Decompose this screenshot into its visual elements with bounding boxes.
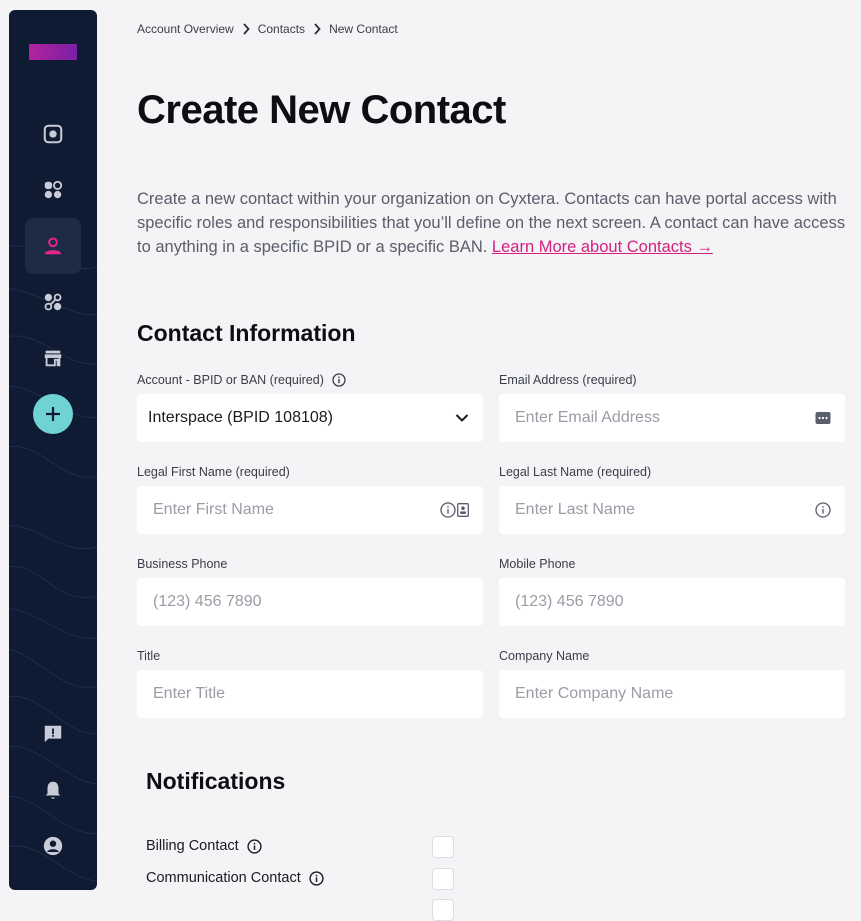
sidebar-item-feedback[interactable] xyxy=(25,706,81,762)
breadcrumb-new-contact: New Contact xyxy=(329,22,398,36)
first-name-label: Legal First Name (required) xyxy=(137,465,290,479)
chevron-right-icon xyxy=(313,23,321,35)
first-name-field: Legal First Name (required) Enter First … xyxy=(137,464,483,534)
add-button[interactable] xyxy=(33,394,73,434)
info-icon[interactable] xyxy=(309,870,324,886)
billing-contact-row: Billing Contact xyxy=(146,838,262,854)
mobile-phone-field: Mobile Phone (123) 456 7890 xyxy=(499,556,845,626)
mobile-phone-label: Mobile Phone xyxy=(499,557,576,571)
communication-contact-checkbox[interactable] xyxy=(432,868,454,890)
company-name-input[interactable]: Enter Company Name xyxy=(499,670,845,718)
title-label: Title xyxy=(137,649,161,663)
bell-icon xyxy=(45,781,61,799)
contact-information-heading: Contact Information xyxy=(137,320,356,346)
sidebar-item-interconnect[interactable] xyxy=(25,274,81,330)
info-icon[interactable] xyxy=(332,373,346,387)
breadcrumb-account-overview[interactable]: Account Overview xyxy=(137,22,234,36)
breadcrumb: Account Overview Contacts New Contact xyxy=(137,22,398,36)
sidebar-item-account[interactable] xyxy=(25,818,81,874)
last-name-placeholder: Enter Last Name xyxy=(515,501,636,518)
contact-card-icon[interactable] xyxy=(457,503,469,517)
business-phone-field: Business Phone (123) 456 7890 xyxy=(137,556,483,626)
last-name-field: Legal Last Name (required) Enter Last Na… xyxy=(499,464,845,534)
cyxtera-logo[interactable] xyxy=(29,44,77,60)
intro-text: Create a new contact within your organiz… xyxy=(137,187,849,259)
business-phone-placeholder: (123) 456 7890 xyxy=(153,593,262,610)
account-select-value: Interspace (BPID 108108) xyxy=(148,409,333,426)
services-icon xyxy=(44,180,63,199)
company-name-label: Company Name xyxy=(499,649,590,663)
sidebar-item-dashboard[interactable] xyxy=(25,106,81,162)
feedback-icon xyxy=(44,725,62,743)
plus-icon xyxy=(46,407,60,421)
communication-contact-label: Communication Contact xyxy=(146,870,301,886)
account-field: Account - BPID or BAN (required) Intersp… xyxy=(137,372,483,442)
email-placeholder: Enter Email Address xyxy=(515,409,660,426)
sidebar xyxy=(9,10,97,890)
dashboard-icon xyxy=(43,124,63,144)
notifications-heading: Notifications xyxy=(146,768,286,794)
business-phone-label: Business Phone xyxy=(137,557,228,571)
company-name-field: Company Name Enter Company Name xyxy=(499,648,845,718)
interconnect-icon xyxy=(44,293,62,311)
account-icon xyxy=(43,836,63,856)
contacts-icon xyxy=(44,237,62,255)
email-input[interactable]: Enter Email Address xyxy=(499,394,845,442)
billing-contact-checkbox[interactable] xyxy=(432,836,454,858)
first-name-input[interactable]: Enter First Name xyxy=(137,486,483,534)
billing-contact-label: Billing Contact xyxy=(146,838,239,854)
account-label: Account - BPID or BAN (required) xyxy=(137,372,483,388)
chevron-right-icon xyxy=(242,23,250,35)
next-notification-checkbox[interactable] xyxy=(432,899,454,921)
page-title: Create New Contact xyxy=(137,88,506,132)
info-icon[interactable] xyxy=(247,838,262,854)
title-placeholder: Enter Title xyxy=(153,685,226,702)
chevron-down-icon xyxy=(455,414,469,423)
breadcrumb-contacts[interactable]: Contacts xyxy=(258,22,305,36)
info-icon[interactable] xyxy=(440,502,456,518)
marketplace-icon xyxy=(44,350,62,367)
account-label-text: Account - BPID or BAN (required) xyxy=(137,373,324,387)
company-name-placeholder: Enter Company Name xyxy=(515,685,674,702)
title-input[interactable]: Enter Title xyxy=(137,670,483,718)
info-icon[interactable] xyxy=(815,502,831,518)
email-label: Email Address (required) xyxy=(499,373,637,387)
mobile-phone-input[interactable]: (123) 456 7890 xyxy=(499,578,845,626)
communication-contact-row: Communication Contact xyxy=(146,870,324,886)
title-field: Title Enter Title xyxy=(137,648,483,718)
account-select[interactable]: Interspace (BPID 108108) xyxy=(137,394,483,442)
first-name-trailing-icons xyxy=(440,502,469,518)
email-field: Email Address (required) Enter Email Add… xyxy=(499,372,845,442)
business-phone-input[interactable]: (123) 456 7890 xyxy=(137,578,483,626)
learn-more-link[interactable]: Learn More about Contacts → xyxy=(492,238,713,256)
last-name-input[interactable]: Enter Last Name xyxy=(499,486,845,534)
last-name-label: Legal Last Name (required) xyxy=(499,465,652,479)
sidebar-item-marketplace[interactable] xyxy=(25,330,81,386)
sidebar-item-contacts[interactable] xyxy=(25,218,81,274)
sidebar-item-notifications[interactable] xyxy=(25,762,81,818)
mobile-phone-placeholder: (123) 456 7890 xyxy=(515,593,624,610)
password-manager-icon[interactable] xyxy=(815,411,831,425)
sidebar-item-services[interactable] xyxy=(25,162,81,218)
first-name-placeholder: Enter First Name xyxy=(153,501,274,518)
